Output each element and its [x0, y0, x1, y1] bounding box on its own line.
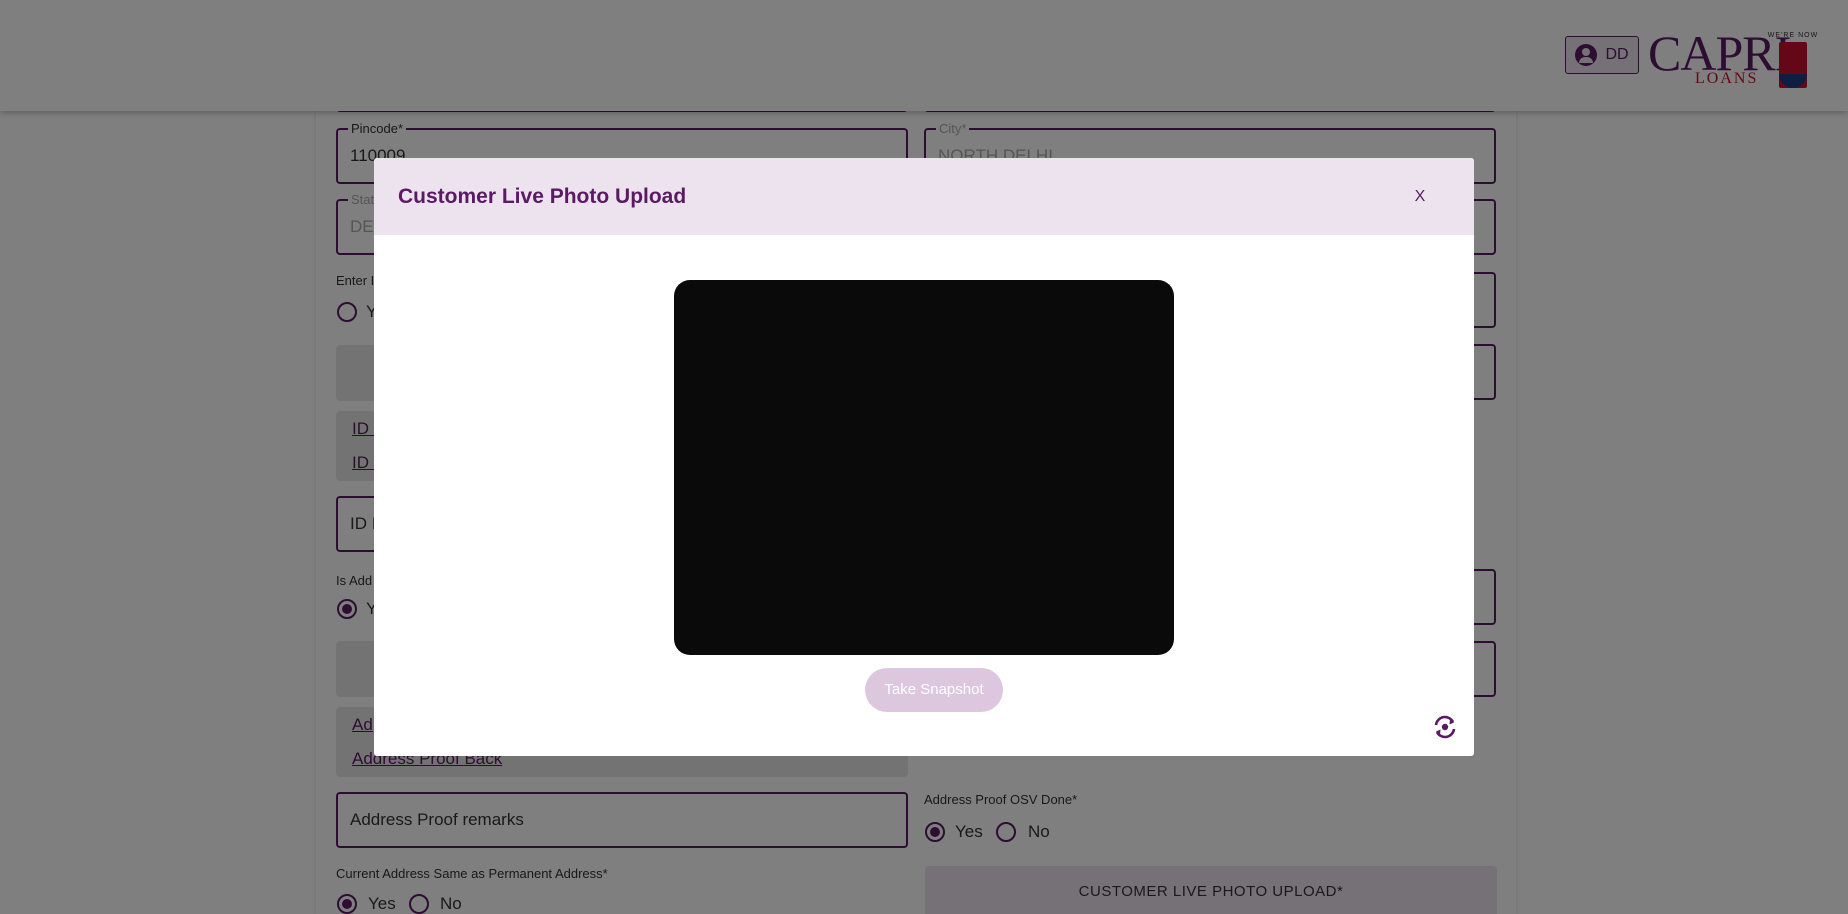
- camera-switch-icon[interactable]: [1432, 714, 1458, 740]
- modal-title: Customer Live Photo Upload: [398, 185, 687, 208]
- take-snapshot-button[interactable]: Take Snapshot: [865, 668, 1003, 712]
- camera-preview: [674, 280, 1174, 655]
- live-photo-modal: Customer Live Photo Upload X Take Snapsh…: [374, 158, 1474, 756]
- modal-close-button[interactable]: X: [1408, 186, 1432, 210]
- modal-header: Customer Live Photo Upload X: [374, 158, 1474, 235]
